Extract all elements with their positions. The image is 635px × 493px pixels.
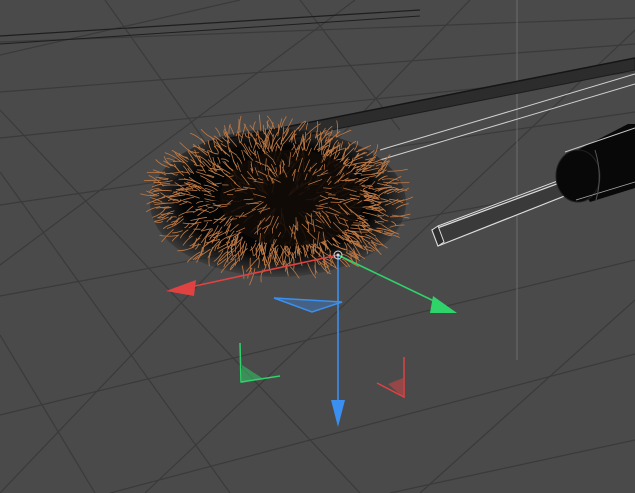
hair-strand <box>229 125 235 136</box>
grid-line <box>0 9 421 37</box>
hair-strand <box>281 116 287 128</box>
hair-strand <box>200 129 216 140</box>
grid-line <box>109 353 635 493</box>
grid-line <box>0 0 241 56</box>
hair-strand <box>258 114 262 132</box>
yz-plane-fill <box>388 378 403 397</box>
hair-strand <box>253 121 256 130</box>
pivot-center <box>336 253 340 257</box>
xz-plane-handle[interactable] <box>273 297 343 313</box>
cylinder-cap <box>555 149 601 203</box>
hair-strand <box>245 202 259 205</box>
grid-line <box>0 259 635 416</box>
z-axis-arrow[interactable] <box>331 400 345 427</box>
viewport-scene[interactable] <box>0 0 635 493</box>
xy-plane-fill <box>242 365 262 383</box>
x-axis-arrow[interactable] <box>166 280 196 296</box>
grid-line <box>0 15 421 45</box>
hair-strand <box>215 127 221 137</box>
y-axis-line[interactable] <box>337 254 437 303</box>
hair-strand <box>335 129 352 138</box>
grid-line <box>0 334 96 493</box>
hair-object[interactable] <box>140 114 414 286</box>
3d-viewport[interactable] <box>0 0 635 493</box>
hair-strand <box>239 115 242 133</box>
cylinder-grip[interactable] <box>555 124 635 203</box>
grid-line <box>419 299 635 493</box>
grid-line <box>389 439 635 493</box>
